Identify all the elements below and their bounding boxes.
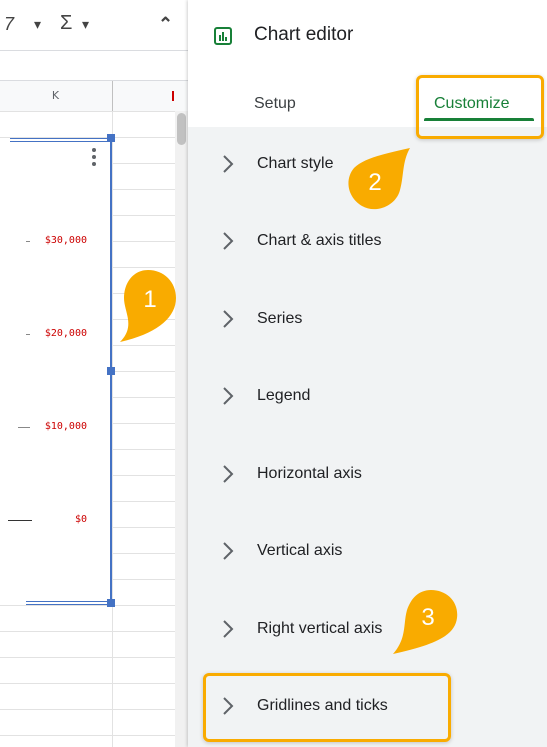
callout-marker-1: 1 <box>118 268 176 344</box>
sheet-toolbar: 7 ▾ Σ ▾ ⌃ <box>0 0 188 51</box>
section-horizontal-axis[interactable]: Horizontal axis <box>188 444 547 504</box>
section-vertical-axis[interactable]: Vertical axis <box>188 521 547 581</box>
section-label: Chart style <box>257 155 334 172</box>
grid-row-line <box>0 657 175 658</box>
chevron-right-icon <box>223 387 234 405</box>
section-series[interactable]: Series <box>188 289 547 349</box>
y-axis-label: $20,000 <box>44 328 87 339</box>
section-label: Legend <box>257 387 311 404</box>
chart-editor-icon <box>214 27 232 45</box>
chevron-right-icon <box>223 542 234 560</box>
chevron-right-icon <box>223 232 234 250</box>
scrollbar-thumb[interactable] <box>177 113 186 145</box>
y-axis-tick <box>26 334 30 335</box>
collapse-toolbar-icon[interactable]: ⌃ <box>158 14 173 35</box>
grid-row-line <box>0 631 175 632</box>
grid-row-line <box>0 683 175 684</box>
y-axis-label: $30,000 <box>44 235 87 246</box>
chart-editor-title: Chart editor <box>254 24 354 45</box>
grid-row-line <box>0 111 175 112</box>
grid-row-line <box>0 735 175 736</box>
chevron-right-icon <box>223 465 234 483</box>
column-l-header-edge[interactable] <box>172 91 174 101</box>
tab-setup[interactable]: Setup <box>254 74 296 127</box>
functions-dropdown-arrow-icon[interactable]: ▾ <box>82 16 89 33</box>
sheet-vertical-scrollbar[interactable] <box>175 111 188 747</box>
chart-selection-top-edge <box>10 141 112 142</box>
callout-marker-2: 2 <box>344 146 412 212</box>
section-label: Series <box>257 310 303 327</box>
section-label: Chart & axis titles <box>257 232 382 249</box>
font-dropdown-arrow-icon[interactable]: ▾ <box>34 16 41 33</box>
y-axis-label: $0 <box>74 514 87 525</box>
column-header-row: K <box>0 80 188 112</box>
chart-editor-header: Chart editor <box>188 0 547 74</box>
section-chart-axis-titles[interactable]: Chart & axis titles <box>188 211 547 271</box>
chart-selection-bottom-edge <box>26 604 112 605</box>
section-legend[interactable]: Legend <box>188 366 547 426</box>
chart-more-options-icon[interactable] <box>89 148 99 172</box>
section-label: Right vertical axis <box>257 620 383 637</box>
column-header-k[interactable]: K <box>0 81 111 111</box>
chevron-right-icon <box>223 310 234 328</box>
y-axis-tick <box>18 427 30 428</box>
section-right-vertical-axis[interactable]: Right vertical axis <box>188 599 547 659</box>
y-axis-label: $10,000 <box>44 421 87 432</box>
callout-marker-3: 3 <box>391 588 459 656</box>
embedded-chart[interactable]: $30,000 $20,000 $10,000 $0 <box>0 138 111 604</box>
chevron-right-icon <box>223 155 234 173</box>
resize-handle-middle[interactable] <box>107 367 115 375</box>
grid-row-line <box>0 605 175 606</box>
gridlines-and-ticks-highlight <box>203 673 451 742</box>
y-axis-tick <box>26 241 30 242</box>
grid-column-line <box>112 111 113 747</box>
resize-handle-bottom[interactable] <box>107 599 115 607</box>
spreadsheet-area: 7 ▾ Σ ▾ ⌃ K $30,000 $20,000 $10,000 $0 <box>0 0 188 747</box>
functions-sum-icon[interactable]: Σ <box>60 12 72 35</box>
customize-tab-highlight <box>416 75 544 139</box>
chart-selection-bottom-edge <box>26 601 112 602</box>
italic-toolbar-fragment[interactable]: 7 <box>4 14 14 35</box>
section-label: Horizontal axis <box>257 465 362 482</box>
y-axis-zero-tick <box>8 520 32 521</box>
section-label: Vertical axis <box>257 542 343 559</box>
chart-selection-top-edge <box>10 138 112 139</box>
chevron-right-icon <box>223 620 234 638</box>
column-divider[interactable] <box>112 81 113 111</box>
grid-row-line <box>0 709 175 710</box>
resize-handle-top[interactable] <box>107 134 115 142</box>
